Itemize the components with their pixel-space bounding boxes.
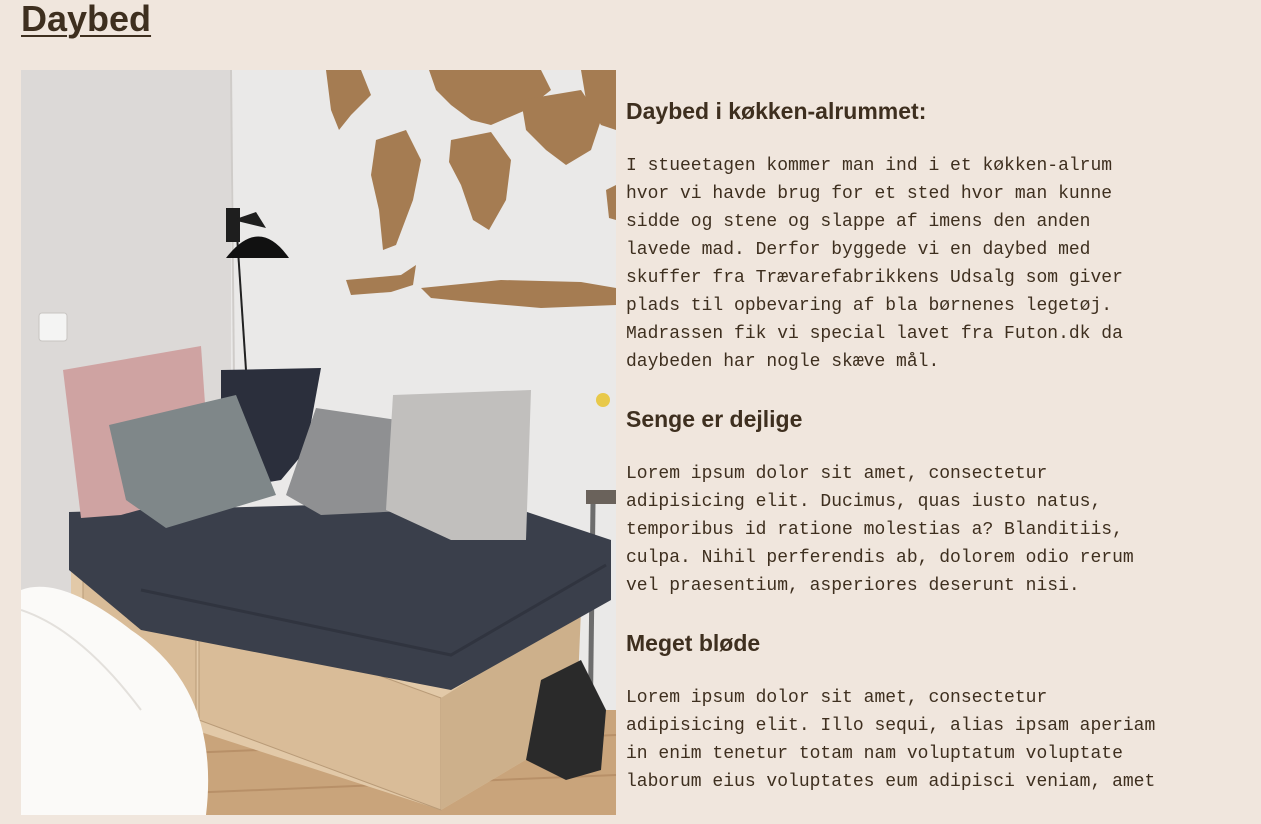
section-heading-kitchen: Daybed i køkken-alrummet: [626, 98, 927, 124]
section-heading-soft: Meget bløde [626, 630, 761, 656]
section-heading-beds: Senge er dejlige [626, 406, 803, 432]
daybed-photo [21, 70, 616, 815]
section-text-soft: Lorem ipsum dolor sit amet, consectetur … [626, 688, 1156, 792]
section-text-kitchen: I stueetagen kommer man ind i et køkken-… [626, 156, 1123, 372]
page-title[interactable]: Daybed [21, 0, 151, 40]
content-column: Daybed i køkken-alrummet: I stueetagen k… [626, 96, 1246, 824]
section-text-beds: Lorem ipsum dolor sit amet, consectetur … [626, 464, 1134, 596]
